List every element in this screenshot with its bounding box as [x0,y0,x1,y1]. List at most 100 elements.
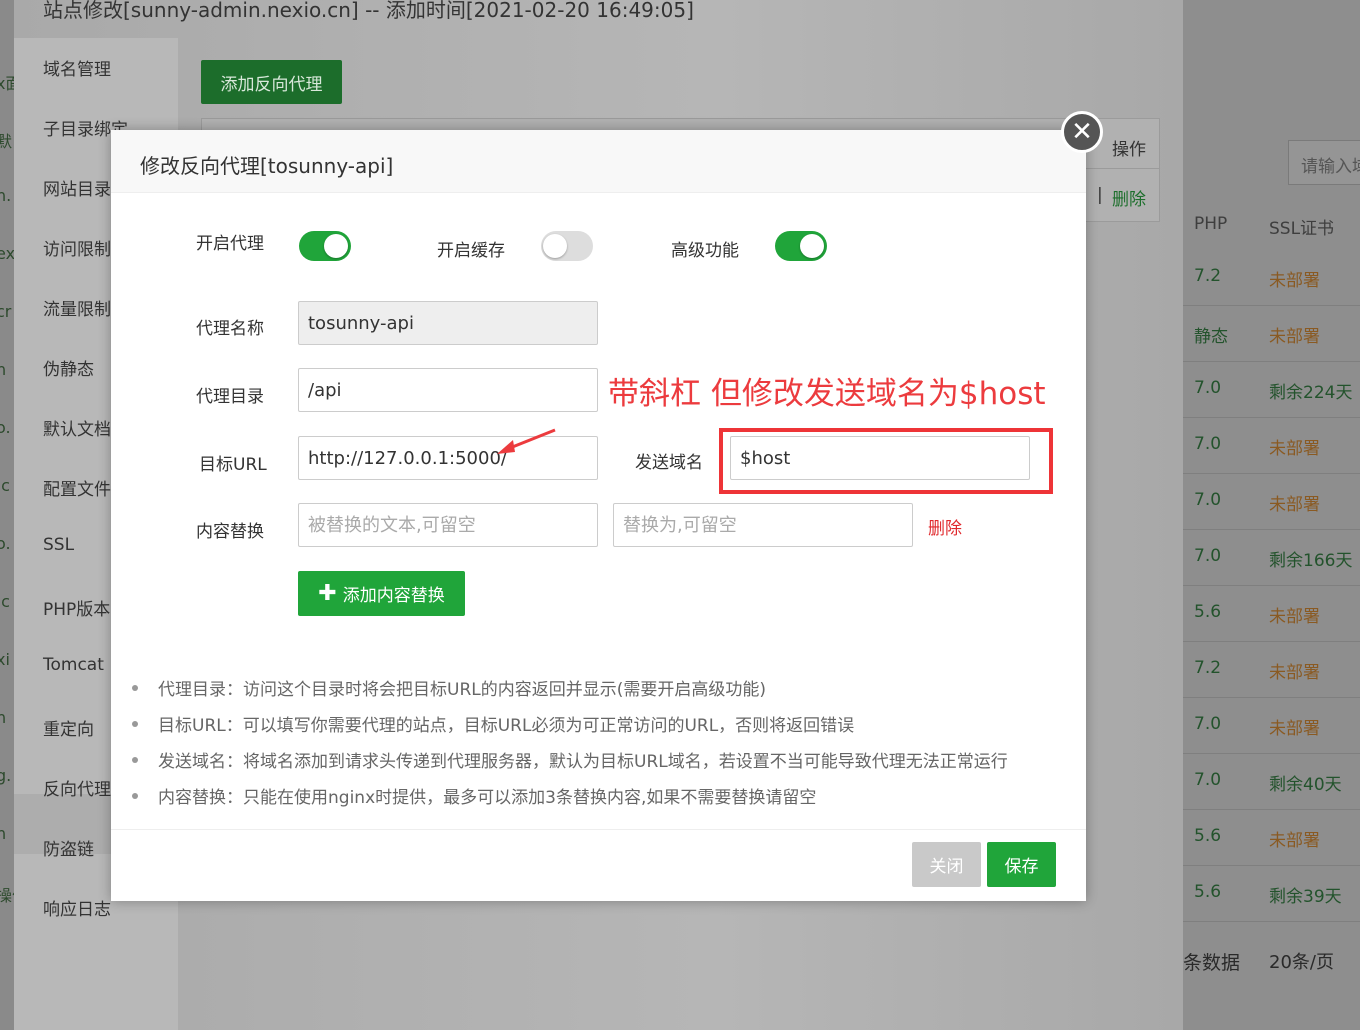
sidebar-item[interactable]: 防盗链 [43,835,94,860]
annotation-text: 带斜杠 但修改发送域名为$host [608,376,1046,412]
ssl-status: 未部署 [1269,831,1320,851]
site-row: 7.0 剩余40天 [1183,754,1360,810]
send-host-label: 发送域名 [635,453,703,473]
replace-to-input[interactable] [613,503,913,547]
sidebar-item[interactable]: SSL [43,535,74,555]
replace-from-input[interactable] [298,503,598,547]
dialog-title: 修改反向代理[tosunny-api] [140,154,394,178]
sidebar-item[interactable]: 网站目录 [43,175,111,200]
background-fragment: g. [0,766,12,785]
save-button[interactable]: 保存 [987,842,1056,887]
replace-label: 内容替换 [196,522,264,542]
ssl-status: 剩余224天 [1269,383,1353,403]
site-row: 7.0 剩余224天 [1183,362,1360,418]
proxy-dir-input[interactable] [298,368,598,412]
annotation-arrow-icon [497,428,556,454]
annotation-highlight-box [719,428,1053,494]
enable-cache-toggle[interactable] [541,231,593,261]
plus-icon: ✚ [318,581,337,606]
background-fragment: n [0,708,7,727]
php-version: 7.2 [1194,266,1222,286]
background-fragment: cr [0,302,12,321]
site-row: 7.2 未部署 [1183,642,1360,698]
background-fragment: o. [0,534,11,553]
ssl-status: 未部署 [1269,495,1320,515]
php-version: 7.0 [1194,434,1222,454]
site-row: 7.0 未部署 [1183,474,1360,530]
site-row: 7.0 未部署 [1183,698,1360,754]
site-row: 7.2 未部署 [1183,250,1360,306]
ssl-status: 未部署 [1269,271,1320,291]
sidebar-item[interactable]: 反向代理 [43,775,111,800]
background-fragment: n. [0,186,12,205]
site-row: 5.6 剩余39天 [1183,866,1360,922]
ssl-status: 未部署 [1269,719,1320,739]
advanced-toggle[interactable] [775,231,827,261]
ssl-status: 剩余39天 [1269,887,1342,907]
toggle-cache-label: 开启缓存 [437,241,505,261]
page-size-select[interactable]: 20条/页 [1269,948,1334,974]
background-fragment: 操作 [0,886,14,905]
delete-replace-link[interactable]: 删除 [928,514,962,539]
panel-title: 站点修改[sunny-admin.nexio.cn] -- 添加时间[2021-… [43,0,694,22]
background-fragment: .c [0,476,10,495]
sidebar-item[interactable]: PHP版本 [43,595,110,620]
note-item: 目标URL：可以填写你需要代理的站点，目标URL必须为可正常访问的URL，否则将… [131,711,854,736]
note-item: 内容替换：只能在使用nginx时提供，最多可以添加3条替换内容,如果不需要替换请… [131,783,816,808]
ssl-status: 未部署 [1269,607,1320,627]
php-version: 静态 [1194,327,1228,347]
background-fragment: n [0,824,7,843]
sidebar-item[interactable]: 重定向 [43,715,94,740]
sidebar-item[interactable]: 流量限制 [43,295,111,320]
php-version: 7.0 [1194,490,1222,510]
sidebar-item[interactable]: 伪静态 [43,355,94,380]
search-input[interactable]: 请输入域 [1288,140,1360,185]
add-reverse-proxy-button[interactable]: 添加反向代理 [201,60,342,104]
background-fragment: .c [0,592,10,611]
site-row: 5.6 未部署 [1183,586,1360,642]
sidebar-item[interactable]: Tomcat [43,655,104,675]
php-version: 7.0 [1194,378,1222,398]
separator: | [1097,185,1103,205]
site-row: 5.6 未部署 [1183,810,1360,866]
background-fragment: 默 [0,132,13,151]
php-version: 5.6 [1194,602,1222,622]
background-fragment: n [0,360,7,379]
site-row: 7.0 剩余166天 [1183,530,1360,586]
sidebar-item[interactable]: 配置文件 [43,475,111,500]
enable-proxy-toggle[interactable] [299,231,351,261]
background-fragment: x面 [0,74,14,93]
sidebar-item[interactable]: 响应日志 [43,895,111,920]
background-fragment: xi [0,650,10,669]
add-replace-label: 添加内容替换 [342,586,445,606]
sidebar-item[interactable]: 默认文档 [43,415,111,440]
background-fragment: o. [0,418,11,437]
background-left-strip: x面默 n. ex cr n o. .c o. .c xi n g. n 操作 [0,0,14,1030]
add-replace-button[interactable]: ✚ 添加内容替换 [298,571,465,616]
toggle-proxy-label: 开启代理 [196,234,264,254]
close-button[interactable]: 关闭 [912,842,981,887]
delete-link[interactable]: 删除 [1112,185,1146,210]
php-version: 5.6 [1194,882,1222,902]
site-row: 7.0 未部署 [1183,418,1360,474]
ssl-status: 剩余40天 [1269,775,1342,795]
php-version: 5.6 [1194,826,1222,846]
php-version: 7.0 [1194,714,1222,734]
close-icon[interactable]: ✕ [1061,111,1103,153]
sidebar-item[interactable]: 访问限制 [43,235,111,260]
php-version: 7.0 [1194,770,1222,790]
dialog-footer-divider [111,829,1086,830]
ssl-status: 未部署 [1269,663,1320,683]
site-row: 静态 未部署 [1183,306,1360,362]
ssl-status: 剩余166天 [1269,551,1353,571]
target-url-label: 目标URL [199,455,267,475]
edit-reverse-proxy-dialog: 修改反向代理[tosunny-api] ✕ 开启代理 开启缓存 高级功能 代理名… [111,111,1103,901]
note-item: 代理目录：访问这个目录时将会把目标URL的内容返回并显示(需要开启高级功能) [132,675,766,700]
background-fragment: ex [0,244,14,263]
column-action: 操作 [1112,140,1146,160]
column-php: PHP [1194,214,1228,234]
proxy-name-input[interactable] [298,301,598,345]
php-version: 7.0 [1194,546,1222,566]
ssl-status: 未部署 [1269,439,1320,459]
sidebar-item[interactable]: 域名管理 [43,55,111,80]
